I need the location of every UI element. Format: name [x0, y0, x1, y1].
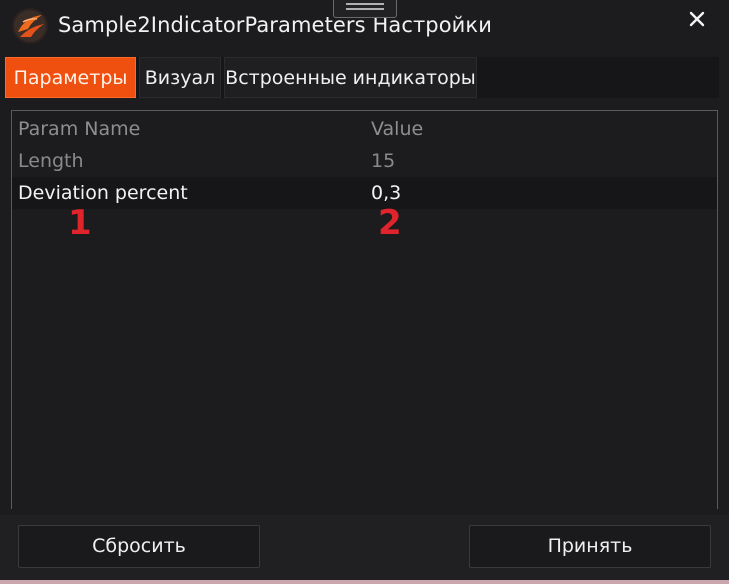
parameters-grid: Param Name Value Length 15 Deviation per… [11, 110, 718, 509]
param-value-cell[interactable]: 0,3 [371, 182, 401, 204]
param-name-cell: Deviation percent [18, 182, 188, 204]
param-value-cell[interactable]: 15 [371, 150, 395, 172]
grid-header: Param Name Value [12, 113, 717, 145]
tab-builtin-indicators[interactable]: Встроенные индикаторы [224, 57, 477, 98]
apply-button[interactable]: Принять [469, 525, 711, 568]
table-row[interactable]: Deviation percent 0,3 [12, 177, 717, 209]
column-header-name: Param Name [18, 118, 141, 140]
close-icon[interactable] [684, 6, 710, 32]
dialog-footer: Сбросить Принять [0, 515, 729, 584]
tab-parameters[interactable]: Параметры [5, 57, 136, 98]
tab-bar: Параметры Визуал Встроенные индикаторы [5, 57, 719, 98]
drag-grip-icon[interactable] [333, 0, 397, 18]
column-header-value: Value [371, 118, 424, 140]
annotation-marker-2: 2 [378, 203, 402, 243]
window-title: Sample2IndicatorParameters Настройки [58, 13, 492, 37]
reset-button[interactable]: Сбросить [18, 525, 260, 568]
tab-visual[interactable]: Визуал [139, 57, 221, 98]
annotation-marker-1: 1 [68, 203, 92, 243]
table-row[interactable]: Length 15 [12, 145, 717, 177]
app-logo-icon [12, 8, 48, 44]
title-bar[interactable]: Sample2IndicatorParameters Настройки [0, 0, 729, 52]
settings-dialog: Sample2IndicatorParameters Настройки Пар… [0, 0, 729, 584]
param-name-cell: Length [18, 150, 84, 172]
window-bottom-edge [0, 580, 729, 584]
